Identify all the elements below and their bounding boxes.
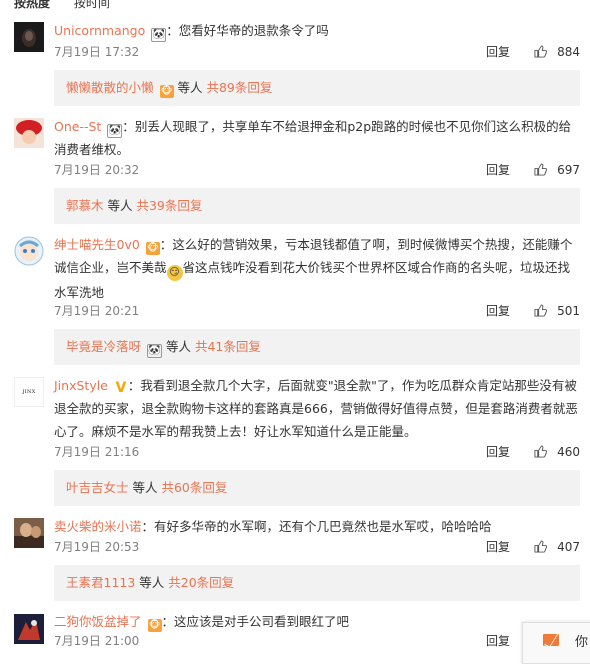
reply-count[interactable]: 共39条回复 <box>136 198 202 213</box>
comment-text: 您看好华帝的退款条令了吗 <box>178 23 329 38</box>
thumbs-up-icon <box>534 304 548 317</box>
avatar[interactable] <box>14 118 44 148</box>
like-button[interactable]: 697 <box>534 160 580 180</box>
comment-time: 7月19日 20:53 <box>54 540 140 554</box>
panda-badge-icon: 🐼 <box>151 28 167 42</box>
comment-time: 7月19日 20:21 <box>54 304 140 318</box>
verified-v-icon: V <box>115 380 127 396</box>
sort-by-time-tab[interactable]: 按时间 <box>74 0 110 10</box>
like-button[interactable]: 501 <box>534 301 580 321</box>
thumbs-up-icon <box>534 445 548 458</box>
avatar[interactable] <box>14 236 44 266</box>
comment-time: 7月19日 21:16 <box>54 445 140 459</box>
reply-count[interactable]: 共89条回复 <box>206 80 272 95</box>
floating-message-label: 你 <box>575 635 589 650</box>
reply-summary[interactable]: 懒懒散散的小懒 🐵 等人 共89条回复 <box>54 70 580 106</box>
smirk-emoji-icon: 😏 <box>166 265 183 281</box>
avatar-logo-text: JINX STYLE <box>22 389 36 395</box>
avatar[interactable] <box>14 518 44 548</box>
reply-user[interactable]: 王素君1113 <box>66 575 135 590</box>
monkey-badge-icon: 🐵 <box>159 85 174 98</box>
sort-by-hot-tab[interactable]: 按热度 <box>14 0 50 10</box>
sort-tabs: 按热度 按时间 <box>14 0 130 11</box>
comment-username[interactable]: 二狗你饭盆掉了 <box>54 614 142 629</box>
like-count: 697 <box>557 163 580 177</box>
like-button[interactable]: 460 <box>534 442 580 462</box>
reply-user[interactable]: 懒懒散散的小懒 <box>66 80 154 95</box>
comment-time: 7月19日 20:32 <box>54 163 140 177</box>
like-button[interactable]: 884 <box>534 42 580 62</box>
reply-count[interactable]: 共60条回复 <box>161 480 227 495</box>
avatar[interactable] <box>14 22 44 52</box>
floating-message-box[interactable]: 你 <box>522 622 590 664</box>
panda-badge-icon: 🐼 <box>107 124 123 138</box>
reply-user[interactable]: 叶吉吉女士 <box>66 480 129 495</box>
avatar[interactable]: JINX STYLE <box>14 377 44 407</box>
mail-icon <box>543 634 559 646</box>
reply-count[interactable]: 共20条回复 <box>168 575 234 590</box>
avatar[interactable] <box>14 614 44 644</box>
like-count: 501 <box>557 304 580 318</box>
comment-text: 有好多华帝的水军啊，还有个几巴竟然也是水军哎，哈哈哈哈 <box>154 519 492 534</box>
reply-button[interactable]: 回复 <box>486 160 510 180</box>
like-count: 884 <box>557 45 580 59</box>
reply-user[interactable]: 毕竟是冷落呀 <box>66 339 141 354</box>
reply-summary[interactable]: 叶吉吉女士 等人 共60条回复 <box>54 470 580 506</box>
monkey-badge-icon: 🐵 <box>145 242 160 255</box>
comment-time: 7月19日 21:00 <box>54 634 140 648</box>
like-button[interactable]: 407 <box>534 537 580 557</box>
thumbs-up-icon <box>534 163 548 176</box>
thumbs-up-icon <box>534 540 548 553</box>
reply-button[interactable]: 回复 <box>486 442 510 462</box>
reply-summary[interactable]: 王素君1113 等人 共20条回复 <box>54 565 580 601</box>
comment-username[interactable]: One--St <box>54 119 101 134</box>
reply-count[interactable]: 共41条回复 <box>195 339 261 354</box>
reply-summary[interactable]: 毕竟是冷落呀 🐼 等人 共41条回复 <box>54 329 580 365</box>
reply-button[interactable]: 回复 <box>486 631 510 651</box>
comment-username[interactable]: JinxStyle <box>54 378 108 393</box>
like-count: 407 <box>557 540 580 554</box>
reply-button[interactable]: 回复 <box>486 301 510 321</box>
thumbs-up-icon <box>534 45 548 58</box>
reply-button[interactable]: 回复 <box>486 537 510 557</box>
comment-time: 7月19日 17:32 <box>54 45 140 59</box>
comment-text: 这应该是对手公司看到眼红了吧 <box>174 614 350 629</box>
like-count: 460 <box>557 445 580 459</box>
panda-badge-icon: 🐼 <box>147 344 162 358</box>
comment-username[interactable]: 绅士喵先生0v0 <box>54 237 140 252</box>
reply-button[interactable]: 回复 <box>486 42 510 62</box>
comment-username[interactable]: Unicornmango <box>54 23 145 38</box>
comment-username[interactable]: 卖火柴的米小诺 <box>54 519 142 534</box>
reply-user[interactable]: 郭慕木 <box>66 198 104 213</box>
reply-summary[interactable]: 郭慕木 等人 共39条回复 <box>54 188 580 224</box>
